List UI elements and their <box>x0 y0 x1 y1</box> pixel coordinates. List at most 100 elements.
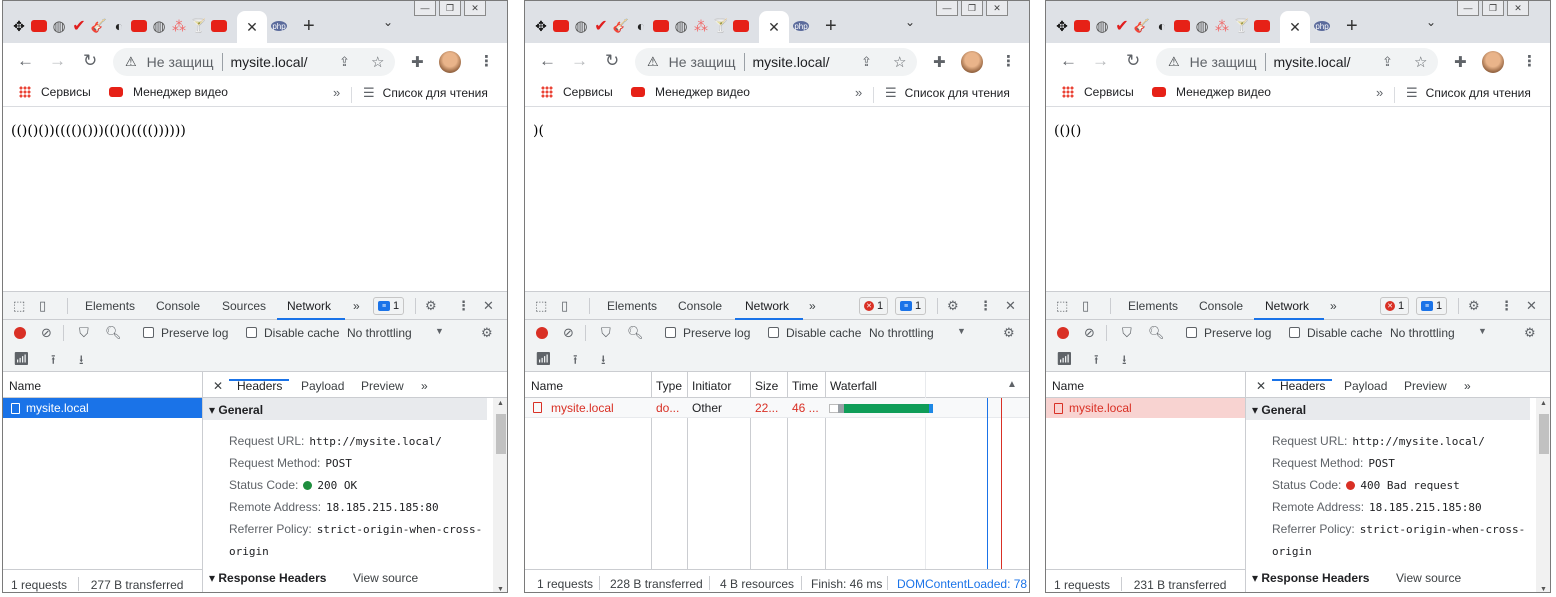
menu-icon[interactable]: ⋮ <box>1001 52 1016 70</box>
extensions-icon[interactable]: ✚ <box>1454 53 1467 71</box>
close-devtools-icon[interactable]: ✕ <box>1005 298 1016 314</box>
disable-cache-checkbox[interactable] <box>1289 327 1300 338</box>
filter-icon[interactable]: ⛉ <box>1122 325 1132 341</box>
preserve-log-checkbox[interactable] <box>665 327 676 338</box>
bookmark-services[interactable]: Сервисы <box>541 85 613 99</box>
globe-icon[interactable]: ◍ <box>571 15 591 37</box>
more-tabs-icon[interactable]: » <box>1464 379 1471 393</box>
guitar-icon[interactable]: 🎸 <box>1132 15 1152 37</box>
back-icon[interactable]: ← <box>17 51 34 71</box>
globe-icon[interactable]: ◍ <box>49 15 69 37</box>
asana-icon[interactable]: ⁂ <box>691 15 711 37</box>
scroll-thumb[interactable] <box>496 414 506 454</box>
globe-icon[interactable]: ◍ <box>671 15 691 37</box>
tab-preview[interactable]: Preview <box>1404 379 1447 393</box>
star-icon[interactable]: ☆ <box>893 53 906 71</box>
youtube-icon[interactable] <box>1172 15 1192 37</box>
search-icon[interactable]: 🔍︎ <box>1148 325 1165 341</box>
reading-list[interactable]: ☰ Список для чтения <box>885 85 1010 101</box>
active-tab[interactable]: ✕ <box>1280 11 1310 43</box>
close-details-icon[interactable]: ✕ <box>213 379 223 393</box>
restore-icon[interactable]: ❐ <box>961 1 983 16</box>
export-har-icon[interactable]: ⭳ <box>79 351 84 373</box>
close-tab-icon[interactable]: ✕ <box>246 19 258 36</box>
record-icon[interactable] <box>14 327 26 339</box>
name-column-header[interactable]: Name <box>1046 372 1245 398</box>
tab-sources[interactable]: Sources <box>222 299 266 313</box>
asana-icon[interactable]: ⁂ <box>169 15 189 37</box>
tab-elements[interactable]: Elements <box>607 299 657 313</box>
bookmark-video-manager[interactable]: Менеджер видео <box>1152 85 1271 99</box>
disable-cache-checkbox[interactable] <box>246 327 257 338</box>
url-text[interactable]: mysite.local/ <box>1274 54 1351 70</box>
checkmark-icon[interactable]: ✔ <box>1112 15 1132 37</box>
avatar[interactable] <box>439 51 461 73</box>
close-devtools-icon[interactable]: ✕ <box>1526 298 1537 314</box>
import-har-icon[interactable]: ⭱ <box>573 351 578 373</box>
close-tab-icon[interactable]: ✕ <box>1289 19 1301 36</box>
messages-badge[interactable]: ≡ 1 <box>895 297 927 315</box>
minimize-icon[interactable]: — <box>1457 1 1479 16</box>
github-icon[interactable]: ◐ <box>109 15 129 37</box>
tab-search-icon[interactable]: ⌄ <box>1426 15 1436 29</box>
youtube-icon[interactable] <box>129 15 149 37</box>
reload-icon[interactable]: ↻ <box>605 51 619 71</box>
kebab-menu-icon[interactable]: ⋮ <box>1500 298 1513 314</box>
dropdown-arrow-icon[interactable]: ▼ <box>435 326 444 336</box>
bookmark-video-manager[interactable]: Менеджер видео <box>109 85 228 99</box>
inspect-icon[interactable]: ⬚ <box>13 298 25 314</box>
record-icon[interactable] <box>536 327 548 339</box>
column-header-initiator[interactable]: Initiator <box>692 379 731 393</box>
github-icon[interactable]: ◐ <box>631 15 651 37</box>
bookmark-services[interactable]: Сервисы <box>19 85 91 99</box>
youtube-icon[interactable] <box>731 15 751 37</box>
dropdown-arrow-icon[interactable]: ▼ <box>957 326 966 336</box>
close-window-icon[interactable]: ✕ <box>464 1 486 16</box>
url-text[interactable]: mysite.local/ <box>231 54 308 70</box>
more-tabs-icon[interactable]: » <box>809 299 816 313</box>
view-source-link[interactable]: View source <box>1396 571 1461 585</box>
scrollbar[interactable]: ▲ ▼ <box>1536 398 1550 592</box>
tab-console[interactable]: Console <box>678 299 722 313</box>
tab-console[interactable]: Console <box>156 299 200 313</box>
settings-gear-icon[interactable]: ⚙ <box>425 298 437 314</box>
url-text[interactable]: mysite.local/ <box>753 54 830 70</box>
more-tabs-icon[interactable]: » <box>1330 299 1337 313</box>
view-source-link[interactable]: View source <box>353 571 418 585</box>
checkmark-icon[interactable]: ✔ <box>69 15 89 37</box>
scroll-down-icon[interactable]: ▼ <box>1540 586 1547 592</box>
new-tab-icon[interactable]: + <box>825 15 837 38</box>
clear-icon[interactable]: ⊘ <box>563 325 574 341</box>
share-icon[interactable]: ⇪ <box>1382 54 1393 70</box>
request-row[interactable]: mysite.local <box>1046 398 1245 418</box>
close-window-icon[interactable]: ✕ <box>986 1 1008 16</box>
scrollbar[interactable]: ▲ ▼ <box>493 398 507 592</box>
php-icon[interactable]: php <box>1314 21 1330 31</box>
response-headers-section[interactable]: ▾ Response Headers View source <box>1246 566 1530 590</box>
share-icon[interactable]: ⇪ <box>339 54 350 70</box>
network-settings-icon[interactable]: ⚙ <box>1003 325 1015 341</box>
codepen-icon[interactable]: ✥ <box>1052 15 1072 37</box>
close-devtools-icon[interactable]: ✕ <box>483 298 494 314</box>
inspect-icon[interactable]: ⬚ <box>535 298 547 314</box>
restore-icon[interactable]: ❐ <box>1482 1 1504 16</box>
globe-icon[interactable]: ◍ <box>149 15 169 37</box>
column-header-name[interactable]: Name <box>531 379 563 393</box>
tab-network[interactable]: Network <box>1265 299 1309 313</box>
menu-icon[interactable]: ⋮ <box>1522 52 1537 70</box>
errors-badge[interactable]: ✕ 1 <box>859 297 889 315</box>
disable-cache-checkbox[interactable] <box>768 327 779 338</box>
youtube-icon[interactable] <box>209 15 229 37</box>
import-har-icon[interactable]: ⭱ <box>1094 351 1099 373</box>
github-icon[interactable]: ◐ <box>1152 15 1172 37</box>
close-details-icon[interactable]: ✕ <box>1256 379 1266 393</box>
globe-icon[interactable]: ◍ <box>1092 15 1112 37</box>
more-tabs-icon[interactable]: » <box>353 299 360 313</box>
tab-payload[interactable]: Payload <box>301 379 344 393</box>
general-section-header[interactable]: ▾ General <box>1246 398 1530 420</box>
scroll-down-icon[interactable]: ▼ <box>497 586 504 592</box>
settings-gear-icon[interactable]: ⚙ <box>1468 298 1480 314</box>
warning-icon[interactable]: ⚠ <box>125 54 137 70</box>
active-tab[interactable]: ✕ <box>237 11 267 43</box>
restore-icon[interactable]: ❐ <box>439 1 461 16</box>
